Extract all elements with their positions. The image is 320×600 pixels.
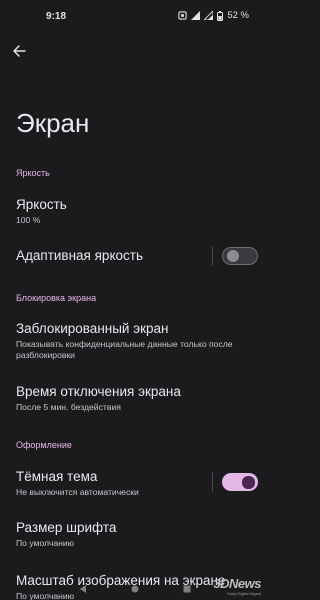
pref-title: Время отключения экрана [16,384,181,399]
arrow-back-icon [13,45,26,57]
pref-summary: После 5 мин. бездействия [16,402,121,412]
back-button[interactable] [8,40,30,62]
pref-summary: 100 % [16,215,41,225]
nav-back-icon[interactable] [79,580,87,598]
pref-adaptive-brightness[interactable]: Адаптивная яркость [16,247,199,264]
watermark-brand: 3DNews [213,576,261,591]
divider [212,472,213,492]
pref-title: Заблокированный экран [16,321,169,336]
status-bar: 9:18 52 % [0,0,269,34]
pref-screen-timeout[interactable]: Время отключения экрана После 5 мин. без… [16,383,253,413]
nav-home-icon[interactable] [131,580,139,598]
pref-title: Размер шрифта [16,520,117,535]
adaptive-brightness-toggle[interactable] [222,247,258,265]
battery-percent: 52 % [227,10,249,21]
toggle-thumb [242,475,255,489]
page-title: Экран [16,108,90,138]
pref-title: Тёмная тема [16,469,98,484]
dark-theme-toggle[interactable] [222,473,258,491]
battery-icon [217,10,224,21]
nav-recents-icon[interactable] [183,580,191,598]
pref-dark-theme[interactable]: Тёмная тема Не выключится автоматически [16,468,199,498]
pref-lock-screen[interactable]: Заблокированный экран Показывать конфиде… [16,320,253,361]
signal-icon [191,11,201,20]
toggle-thumb [227,250,239,262]
divider [212,246,213,266]
section-header-brightness: Яркость [16,168,50,178]
pref-summary: Показывать конфиденциальные данные тольк… [16,339,233,360]
section-header-lock-screen: Блокировка экрана [16,293,97,303]
pref-title: Яркость [16,197,67,212]
section-header-design: Оформление [16,440,72,450]
watermark-sub: Daily Digital Digest [227,591,261,596]
pref-title: Адаптивная яркость [16,248,143,263]
pref-font-size[interactable]: Размер шрифта По умолчанию [16,519,253,549]
pref-summary: Не выключится автоматически [16,487,139,497]
signal-2-icon [204,11,214,20]
alarm-icon [178,11,187,20]
display-settings-screen: 9:18 52 % Экран Яркость Яркость 100 % Ад… [0,0,269,600]
status-icons: 52 % [178,10,249,21]
pref-summary: По умолчанию [16,538,75,548]
pref-brightness[interactable]: Яркость 100 % [16,196,253,226]
status-time: 9:18 [46,11,67,22]
watermark-logo: 3DNews Daily Digital Digest [213,576,261,596]
